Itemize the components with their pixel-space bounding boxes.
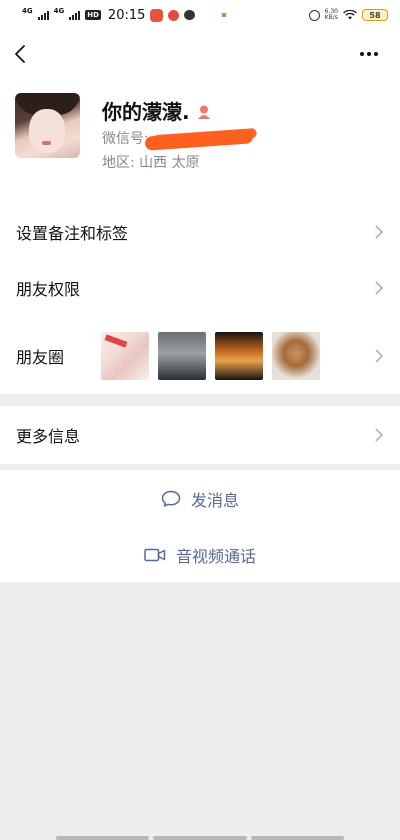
section-divider (0, 394, 400, 406)
more-info-section: 更多信息 (0, 406, 400, 464)
region-row: 地区: 山西 太原 (102, 152, 200, 172)
nickname: 你的濛濛. (102, 100, 190, 124)
notification-dot-icon (222, 13, 227, 17)
set-remark-tags-label: 设置备注和标签 (16, 224, 129, 243)
status-bar: 4G 4G HD 20:15 6.30 KB/s 58 (0, 0, 400, 30)
video-camera-icon (144, 548, 166, 562)
status-time: 20:15 (107, 7, 146, 23)
moments-label: 朋友圈 (16, 348, 65, 367)
chevron-right-icon (375, 225, 384, 239)
video-call-label: 音视频通话 (175, 547, 256, 566)
status-right: 6.30 KB/s 58 (308, 9, 388, 21)
wifi-icon (343, 10, 357, 20)
more-info-label: 更多信息 (16, 427, 81, 446)
chevron-right-icon (375, 349, 384, 363)
network-type-1: 4G (22, 7, 33, 15)
more-info-row[interactable]: 更多信息 (0, 411, 400, 459)
friend-permissions-row[interactable]: 朋友权限 (0, 264, 400, 312)
region-label: 地区: (102, 155, 135, 171)
profile-header: 你的濛濛. 微信号: 地区: 山西 太原 (0, 78, 400, 190)
female-icon (197, 105, 210, 119)
wechat-id-row: 微信号: (102, 128, 254, 151)
status-left: 4G 4G HD 20:15 (22, 7, 227, 23)
redacted-wechat-id (144, 129, 254, 151)
moments-thumbnail (101, 332, 149, 380)
friend-permissions-label: 朋友权限 (16, 280, 81, 299)
action-divider (0, 526, 400, 527)
video-call-button[interactable]: 音视频通话 (0, 540, 400, 570)
contact-actions: 发消息 音视频通话 (0, 470, 400, 582)
nav-bar (0, 30, 400, 78)
wechat-id-label: 微信号: (102, 131, 149, 147)
set-remark-tags-row[interactable]: 设置备注和标签 (0, 208, 400, 256)
chevron-right-icon (375, 428, 384, 442)
region-value: 山西 太原 (139, 155, 200, 171)
signal-icon (37, 10, 49, 20)
battery-level: 58 (369, 10, 381, 20)
contact-options: 设置备注和标签 朋友权限 朋友圈 (0, 190, 400, 394)
chat-bubble-icon (161, 490, 181, 507)
more-options-icon[interactable] (354, 46, 384, 62)
gesture-bar (0, 836, 400, 840)
chat-notification-icon (184, 10, 196, 20)
signal-icon (69, 10, 81, 20)
send-message-button[interactable]: 发消息 (0, 484, 400, 514)
avatar[interactable] (15, 93, 80, 158)
battery-indicator: 58 (362, 9, 388, 21)
chevron-right-icon (375, 281, 384, 295)
back-arrow-icon[interactable] (10, 44, 30, 64)
alarm-icon (308, 9, 320, 21)
hd-badge: HD (85, 10, 101, 20)
moments-thumbnail (215, 332, 263, 380)
moments-thumbnail (158, 332, 206, 380)
moments-row[interactable]: 朋友圈 (0, 326, 400, 386)
nickname-row: 你的濛濛. (102, 96, 212, 125)
app-notification-icon (168, 9, 180, 21)
moments-thumbnail (272, 332, 320, 380)
app-notification-icon (150, 8, 164, 22)
moments-thumbnails (101, 332, 320, 380)
network-speed: 6.30 KB/s (325, 9, 338, 21)
network-speed-unit: KB/s (324, 14, 338, 21)
network-type-2: 4G (53, 7, 65, 15)
send-message-label: 发消息 (190, 491, 239, 510)
